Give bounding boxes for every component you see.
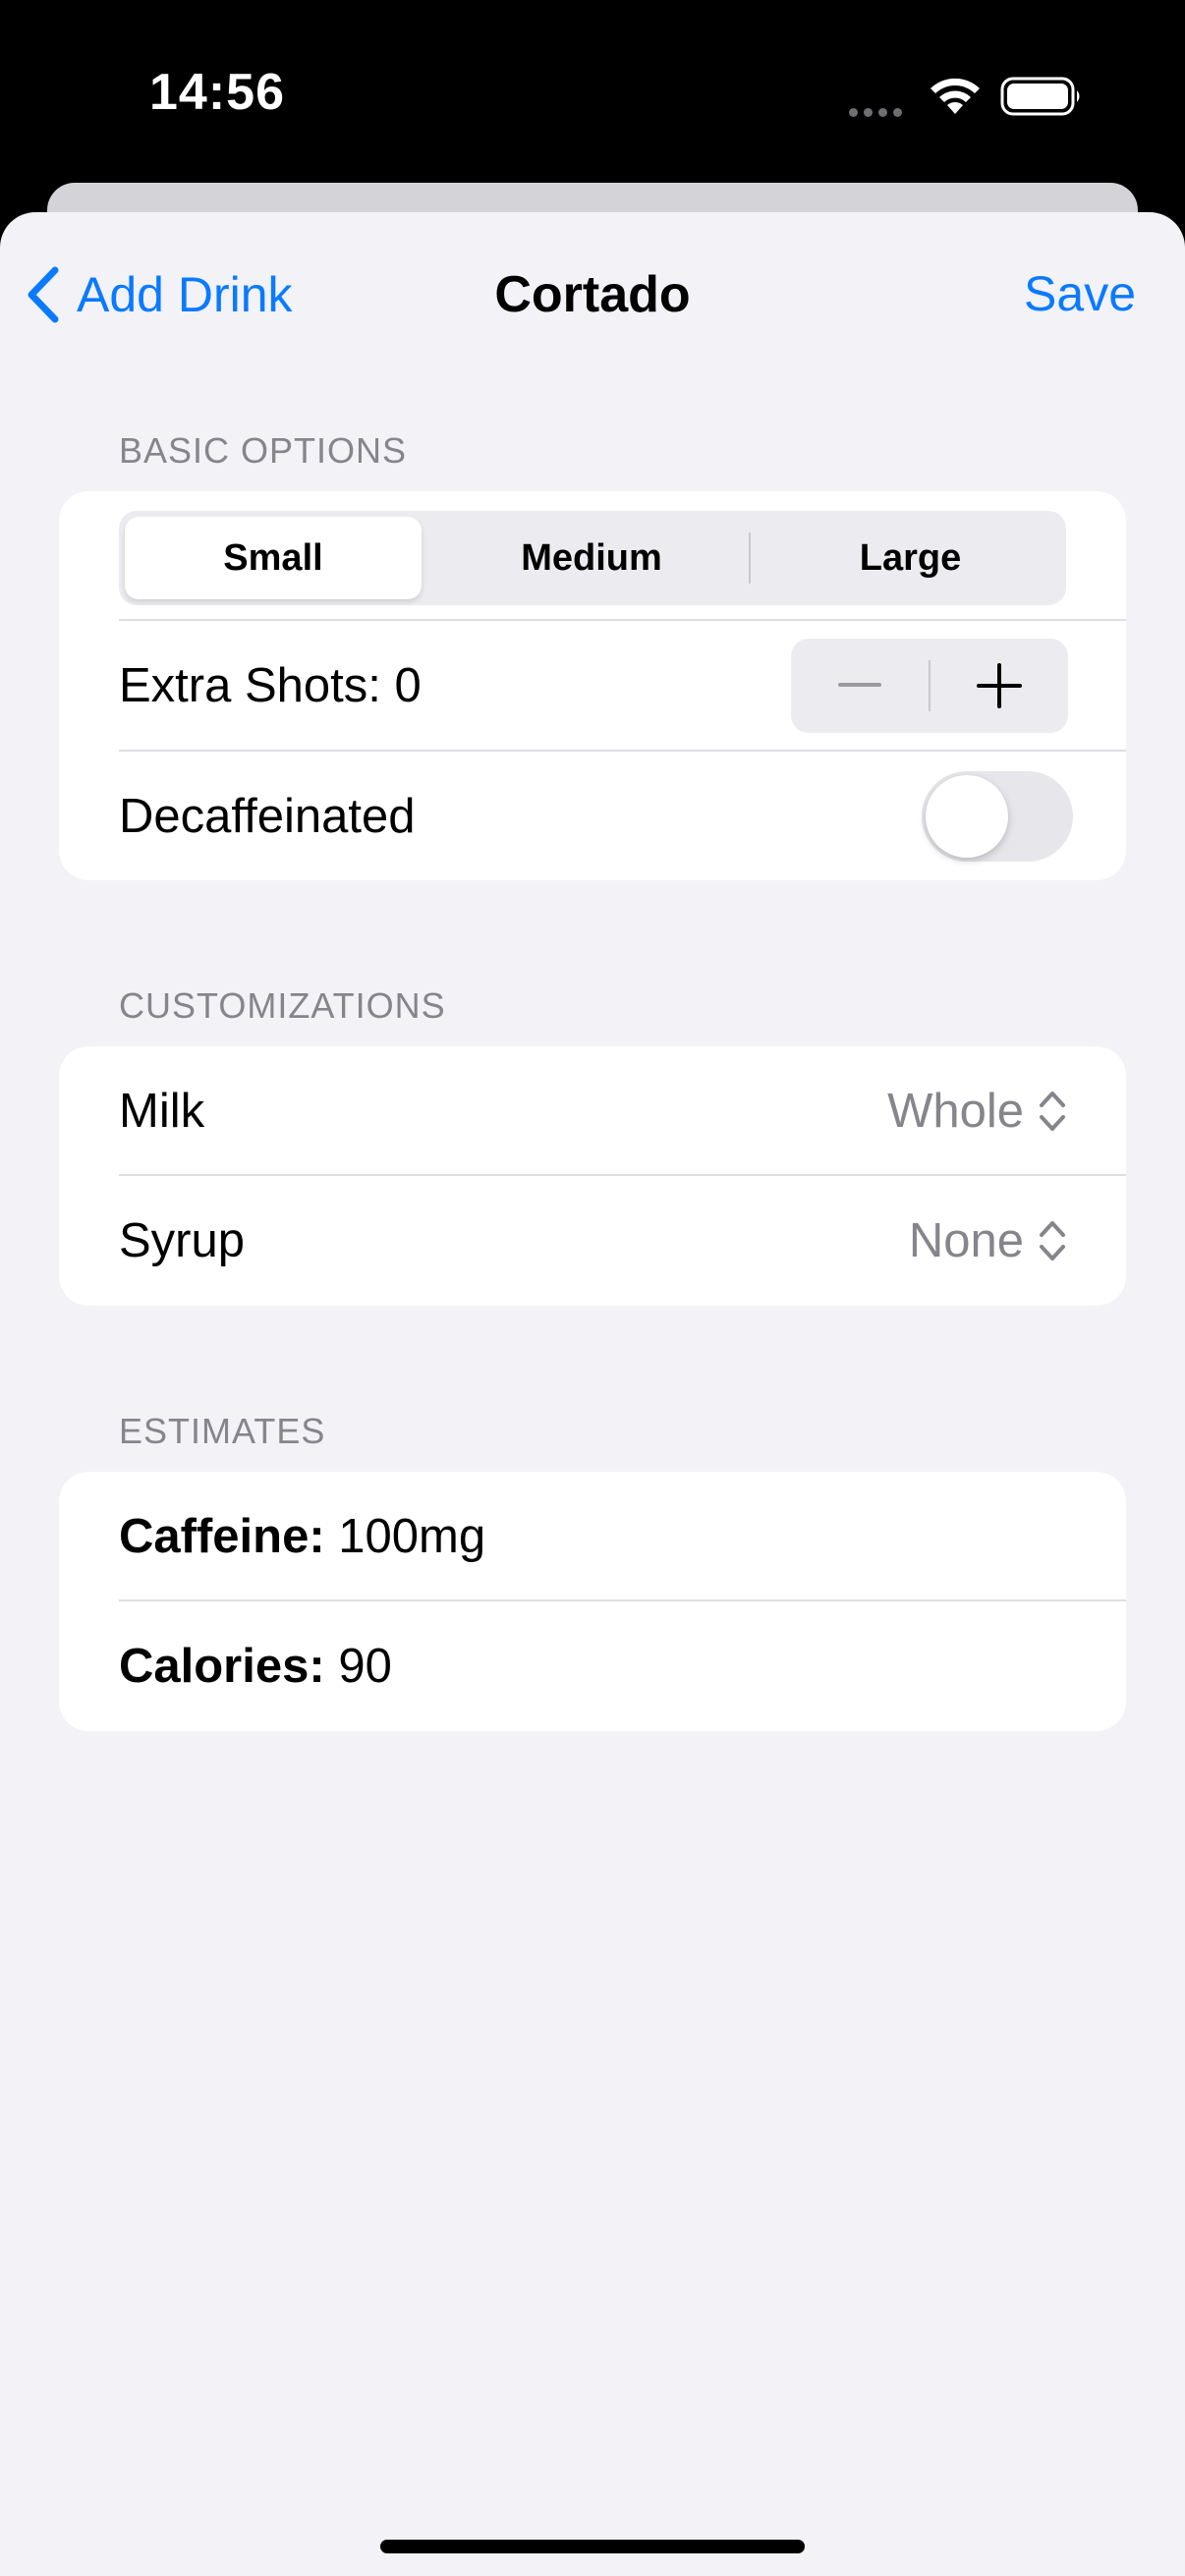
page-title: Cortado <box>494 266 691 323</box>
section-header-basic-options: BASIC OPTIONS <box>119 430 408 471</box>
extra-shots-stepper[interactable] <box>791 639 1068 733</box>
minus-icon <box>838 683 881 687</box>
extra-shots-label: Extra Shots: 0 <box>119 658 422 713</box>
caffeine-label: Caffeine: <box>119 1510 325 1563</box>
section-header-estimates: ESTIMATES <box>119 1411 326 1451</box>
syrup-value: None <box>908 1213 1024 1267</box>
decaf-label: Decaffeinated <box>119 790 416 843</box>
syrup-label: Syrup <box>119 1214 246 1267</box>
battery-icon <box>1000 77 1080 116</box>
status-time: 14:56 <box>149 64 285 121</box>
increment-button[interactable] <box>931 639 1068 733</box>
size-option-medium[interactable]: Medium <box>443 517 740 599</box>
extra-shots-row: Extra Shots: 0 <box>59 621 1126 750</box>
section-header-customizations: CUSTOMIZATIONS <box>119 985 446 1026</box>
caffeine-estimate: Caffeine: 100mg <box>119 1509 485 1564</box>
milk-label: Milk <box>119 1085 205 1138</box>
size-option-small[interactable]: Small <box>125 517 422 599</box>
calories-estimate: Calories: 90 <box>119 1639 392 1694</box>
basic-options-card: Small Medium Large Extra Shots: 0 Decaff… <box>59 491 1126 880</box>
decrement-button[interactable] <box>791 639 929 733</box>
row-divider <box>119 1599 1126 1601</box>
size-option-large[interactable]: Large <box>761 517 1060 599</box>
decaf-toggle[interactable] <box>922 771 1073 862</box>
milk-row[interactable]: Milk Whole <box>59 1046 1126 1175</box>
cellular-signal-icon <box>849 104 908 122</box>
milk-picker[interactable]: Whole <box>887 1046 1067 1175</box>
chevron-up-down-icon <box>1040 1220 1065 1260</box>
estimates-card: Caffeine: 100mg Calories: 90 <box>59 1472 1126 1731</box>
save-button[interactable]: Save <box>1024 265 1136 322</box>
caffeine-value: 100mg <box>338 1510 486 1563</box>
chevron-up-down-icon <box>1040 1091 1065 1131</box>
extra-shots-label-text: Extra Shots: <box>119 659 381 712</box>
extra-shots-value: 0 <box>394 659 422 712</box>
home-indicator[interactable] <box>380 2540 805 2553</box>
calories-label: Calories: <box>119 1640 325 1693</box>
wifi-icon <box>931 78 980 114</box>
milk-value: Whole <box>887 1084 1024 1138</box>
size-segmented-control[interactable]: Small Medium Large <box>119 511 1066 605</box>
decaf-row: Decaffeinated <box>59 752 1126 880</box>
syrup-row[interactable]: Syrup None <box>59 1176 1126 1305</box>
size-row: Small Medium Large <box>59 491 1126 620</box>
segment-divider <box>749 532 751 584</box>
plus-icon <box>977 663 1022 708</box>
customizations-card: Milk Whole Syrup None <box>59 1046 1126 1306</box>
status-bar: 14:56 <box>0 0 1185 187</box>
syrup-picker[interactable]: None <box>909 1176 1067 1305</box>
calories-value: 90 <box>338 1640 392 1693</box>
toggle-knob <box>926 775 1008 858</box>
